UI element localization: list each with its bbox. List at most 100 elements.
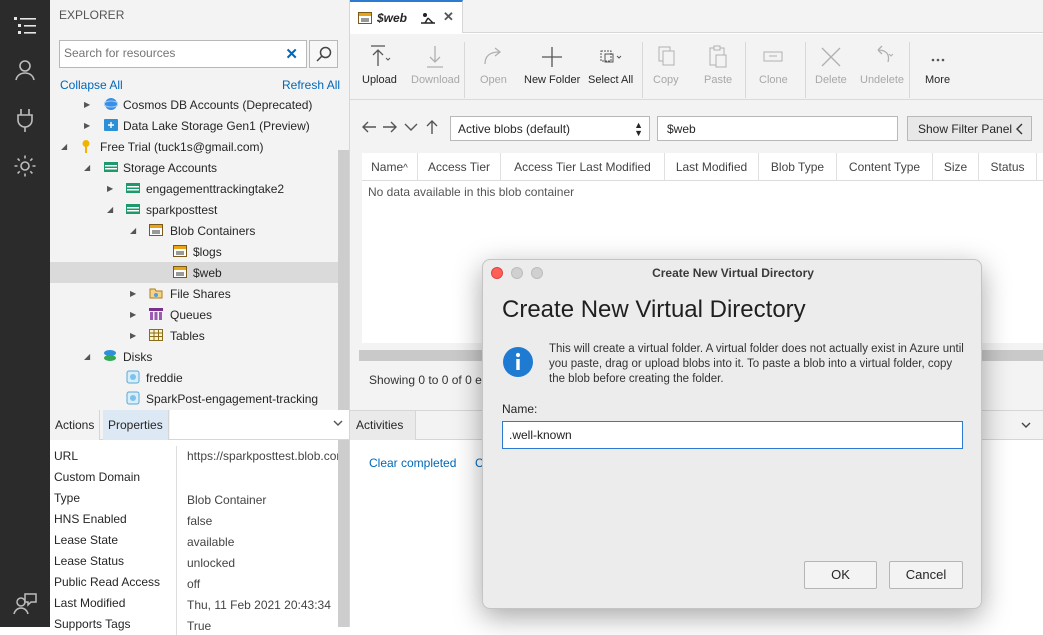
dialog-window-title: Create New Virtual Directory <box>652 266 814 280</box>
plug-icon[interactable] <box>9 104 41 136</box>
tree-item-queues[interactable]: ▶ Queues <box>50 304 338 325</box>
collapse-all-link[interactable]: Collapse All <box>60 78 123 92</box>
blob-view-select[interactable]: Active blobs (default) ▲ ▼ <box>450 116 650 141</box>
account-icon[interactable] <box>9 54 41 86</box>
tree-item-storage-account[interactable]: ◢ sparkposttest <box>50 199 338 220</box>
column-header-access-tier-modified[interactable]: Access Tier Last Modified <box>501 153 665 181</box>
tree-item-storage-account[interactable]: ▶ engagementtrackingtake2 <box>50 178 338 199</box>
chevron-left-icon <box>1015 123 1023 135</box>
disk-icon <box>126 391 140 405</box>
collapse-arrow-icon[interactable]: ◢ <box>130 226 136 235</box>
properties-scrollbar[interactable] <box>338 440 349 627</box>
tree-item-cosmos-db[interactable]: ▶ Cosmos DB Accounts (Deprecated) <box>50 94 338 115</box>
column-header-blob-type[interactable]: Blob Type <box>759 153 837 181</box>
clone-button[interactable]: Clone <box>759 44 788 86</box>
expand-arrow-icon[interactable]: ▶ <box>130 331 136 340</box>
search-button[interactable] <box>309 40 338 68</box>
grid-footer-status: Showing 0 to 0 of 0 e <box>369 373 482 387</box>
file-shares-icon <box>149 286 163 300</box>
show-filter-panel-button[interactable]: Show Filter Panel <box>907 116 1032 141</box>
collapse-arrow-icon[interactable]: ◢ <box>107 205 113 214</box>
tree-item-disk[interactable]: freddie <box>50 367 338 388</box>
directory-name-input[interactable] <box>502 421 963 449</box>
property-value: off <box>187 577 201 591</box>
collapse-arrow-icon[interactable]: ◢ <box>61 142 67 151</box>
chevron-down-icon[interactable] <box>1021 420 1031 430</box>
new-folder-button[interactable]: New Folder <box>524 44 580 86</box>
expand-arrow-icon[interactable]: ▶ <box>84 100 90 109</box>
expand-arrow-icon[interactable]: ▶ <box>130 310 136 319</box>
tree-item-blob-containers[interactable]: ◢ Blob Containers <box>50 220 338 241</box>
path-input[interactable]: $web <box>657 116 898 141</box>
undelete-button[interactable]: Undelete <box>860 44 904 86</box>
close-tab-icon[interactable]: ✕ <box>443 9 454 25</box>
property-key: Public Read Access <box>54 575 161 589</box>
column-header-status[interactable]: Status <box>979 153 1037 181</box>
clear-search-icon[interactable]: ✕ <box>285 45 298 63</box>
chevron-down-icon[interactable] <box>333 418 343 428</box>
close-window-icon[interactable] <box>491 267 503 279</box>
blob-containers-icon <box>149 223 163 237</box>
tree-item-label: Disks <box>123 349 153 364</box>
tab-web-container[interactable]: $web ✕ <box>350 0 463 33</box>
ok-button[interactable]: OK <box>804 561 877 589</box>
more-button[interactable]: More <box>925 44 950 86</box>
column-header-last-modified[interactable]: Last Modified <box>665 153 759 181</box>
explorer-scrollbar[interactable] <box>338 150 349 410</box>
property-row: Lease State available <box>50 530 338 551</box>
tree-item-disks[interactable]: ◢ Disks <box>50 346 338 367</box>
toolbar-separator <box>745 42 746 98</box>
search-box[interactable]: ✕ <box>59 40 307 68</box>
tree-item-data-lake[interactable]: ▶ Data Lake Storage Gen1 (Preview) <box>50 115 338 136</box>
property-row: Last Modified Thu, 11 Feb 2021 20:43:34 <box>50 593 338 614</box>
collapse-arrow-icon[interactable]: ◢ <box>84 352 90 361</box>
clear-completed-link[interactable]: Clear completed <box>369 456 456 470</box>
tab-activities[interactable]: Activities <box>350 411 416 440</box>
minimize-window-icon[interactable] <box>511 267 523 279</box>
upload-button[interactable]: Upload <box>362 44 397 86</box>
forward-arrow-icon[interactable] <box>382 120 398 134</box>
up-arrow-icon[interactable] <box>425 119 439 135</box>
tree-item-container-selected[interactable]: $web <box>50 262 338 283</box>
expand-arrow-icon[interactable]: ▶ <box>107 184 113 193</box>
collapse-arrow-icon[interactable]: ◢ <box>84 163 90 172</box>
column-header-size[interactable]: Size <box>933 153 979 181</box>
tree-item-disk[interactable]: SparkPost-engagement-tracking <box>50 388 338 409</box>
tree-item-subscription[interactable]: ◢ Free Trial (tuck1s@gmail.com) <box>50 136 338 157</box>
expand-arrow-icon[interactable]: ▶ <box>84 121 90 130</box>
refresh-all-link[interactable]: Refresh All <box>282 78 340 92</box>
open-button[interactable]: Open <box>480 44 507 86</box>
explorer-panel: EXPLORER ✕ Collapse All Refresh All ▶ Co… <box>50 0 350 410</box>
maximize-window-icon[interactable] <box>531 267 543 279</box>
tree-item-storage-accounts[interactable]: ◢ Storage Accounts <box>50 157 338 178</box>
paste-button[interactable]: Paste <box>704 44 732 86</box>
column-header-content-type[interactable]: Content Type <box>837 153 933 181</box>
feedback-icon[interactable] <box>9 588 41 620</box>
download-button[interactable]: Download <box>411 44 460 86</box>
delete-button[interactable]: Delete <box>815 44 847 86</box>
tab-properties[interactable]: Properties <box>103 410 169 440</box>
property-row: Type Blob Container <box>50 488 338 509</box>
storage-icon <box>104 160 118 174</box>
tree-item-label: Free Trial (tuck1s@gmail.com) <box>100 139 264 154</box>
settings-gear-icon[interactable] <box>9 150 41 182</box>
search-input[interactable] <box>64 46 279 60</box>
back-arrow-icon[interactable] <box>361 120 377 134</box>
more-icon <box>926 44 950 70</box>
cancel-button[interactable]: Cancel <box>889 561 963 589</box>
tree-item-tables[interactable]: ▶ Tables <box>50 325 338 346</box>
tree-item-container[interactable]: $logs <box>50 241 338 262</box>
explorer-icon[interactable] <box>9 10 41 42</box>
dialog-heading: Create New Virtual Directory <box>502 296 806 323</box>
tree-item-label: SparkPost-engagement-tracking <box>146 391 319 406</box>
chevron-down-icon[interactable] <box>404 122 418 132</box>
expand-arrow-icon[interactable]: ▶ <box>130 289 136 298</box>
copy-button[interactable]: Copy <box>653 44 679 86</box>
tree-item-label: File Shares <box>170 286 231 301</box>
property-row: Custom Domain <box>50 467 338 488</box>
tab-actions[interactable]: Actions <box>50 410 101 440</box>
column-header-access-tier[interactable]: Access Tier <box>418 153 501 181</box>
select-all-button[interactable]: Select All <box>588 44 633 86</box>
column-header-name[interactable]: Name^ <box>362 153 418 181</box>
tree-item-file-shares[interactable]: ▶ File Shares <box>50 283 338 304</box>
